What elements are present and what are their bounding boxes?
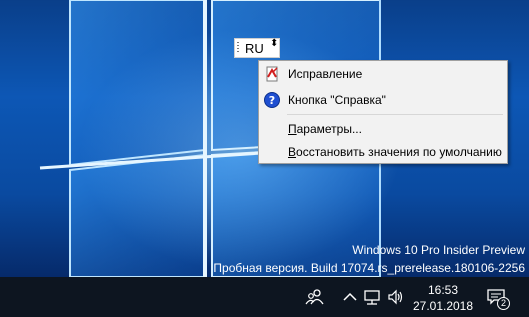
desktop-background: RU ⬍ Исправление ? Кнопка "Справка" Пара… — [0, 0, 529, 277]
access-key: П — [288, 122, 297, 136]
clock-time[interactable]: 16:53 — [418, 283, 468, 297]
context-menu: Исправление ? Кнопка "Справка" Параметры… — [258, 60, 508, 164]
svg-text:?: ? — [269, 94, 275, 107]
label-rest: араметры... — [296, 122, 362, 136]
clock-date[interactable]: 27.01.2018 — [412, 299, 474, 313]
network-icon[interactable] — [362, 287, 382, 307]
menu-item-restore-defaults[interactable]: Восстановить значения по умолчанию — [260, 141, 506, 163]
access-key: В — [288, 145, 297, 159]
langbar-options-icon[interactable]: ⬍ — [270, 39, 278, 49]
people-icon[interactable] — [305, 287, 325, 307]
taskbar: 16:53 27.01.2018 2 — [0, 277, 529, 317]
menu-item-repair[interactable]: Исправление — [260, 63, 506, 85]
volume-icon[interactable] — [386, 287, 406, 307]
help-icon: ? — [264, 92, 280, 108]
language-indicator[interactable]: RU — [245, 41, 264, 56]
menu-item-label: Параметры... — [288, 122, 362, 136]
notification-count-badge: 2 — [497, 297, 510, 310]
menu-item-label: Кнопка "Справка" — [288, 93, 386, 107]
watermark-build: Пробная версия. Build 17074.rs_prereleas… — [213, 261, 525, 275]
chevron-up-icon[interactable] — [340, 287, 360, 307]
menu-separator — [287, 114, 503, 115]
menu-item-settings[interactable]: Параметры... — [260, 118, 506, 140]
grip-handle[interactable] — [237, 42, 239, 54]
menu-item-help-button[interactable]: ? Кнопка "Справка" — [260, 89, 506, 111]
language-bar[interactable]: RU ⬍ — [234, 38, 280, 58]
menu-item-label: Восстановить значения по умолчанию — [288, 145, 502, 159]
menu-item-label: Исправление — [288, 67, 363, 81]
repair-icon — [264, 66, 280, 82]
watermark-edition: Windows 10 Pro Insider Preview — [352, 243, 525, 257]
label-rest: осстановить значения по умолчанию — [296, 145, 502, 159]
